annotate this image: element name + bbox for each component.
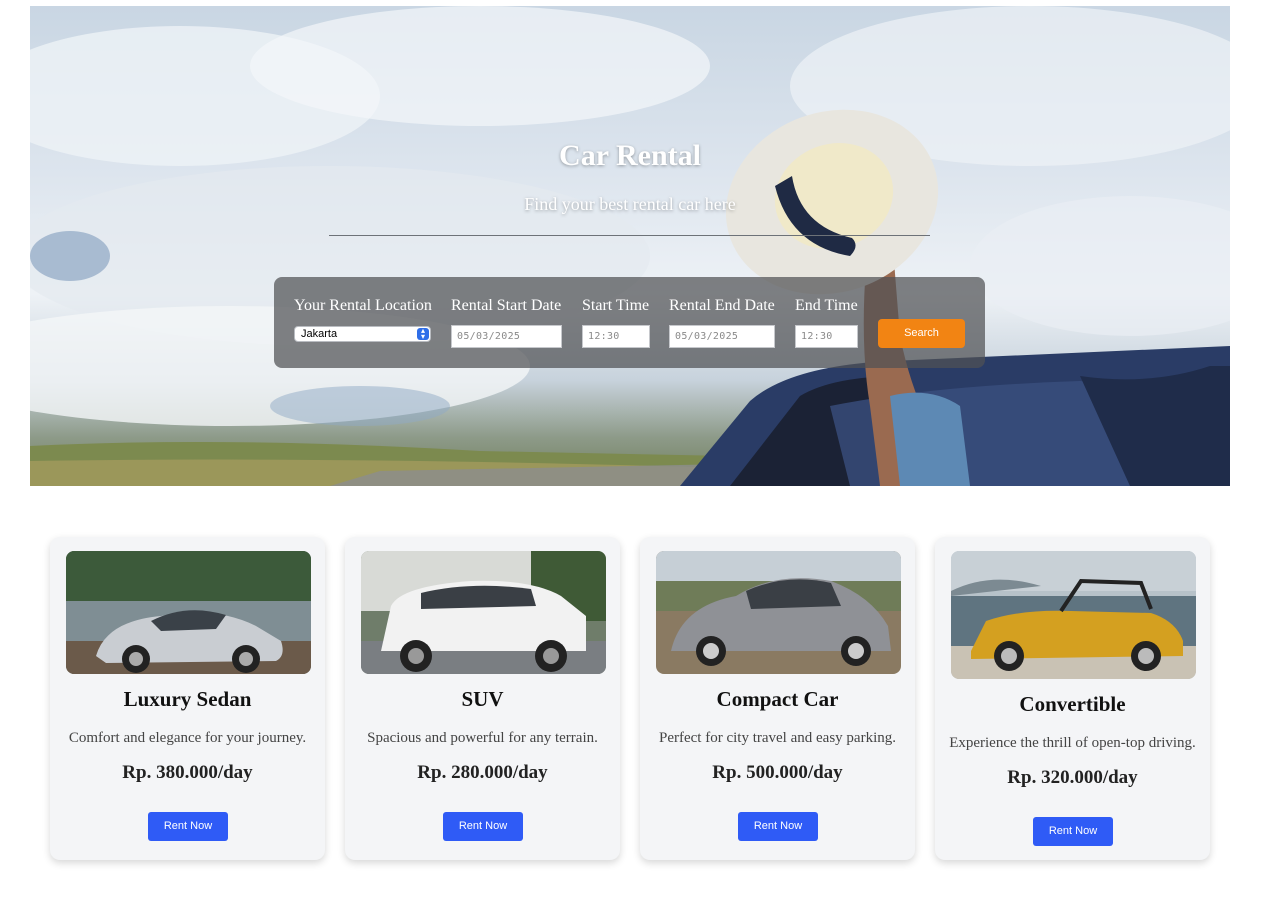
car-title: SUV xyxy=(461,687,504,711)
end-date-field: Rental End Date 05/03/2025 xyxy=(669,297,775,348)
start-time-label: Start Time xyxy=(582,297,650,314)
page-title: Car Rental xyxy=(559,139,701,172)
start-time-field: Start Time 12:30 xyxy=(582,297,650,348)
search-panel: Your Rental Location Jakarta ▴ ▾ Rental S… xyxy=(274,277,985,368)
end-time-input[interactable]: 12:30 xyxy=(795,325,858,348)
rent-now-button[interactable]: Rent Now xyxy=(738,812,818,841)
chevron-updown-icon: ▴ ▾ xyxy=(417,327,429,341)
rent-now-button[interactable]: Rent Now xyxy=(148,812,228,841)
car-description: Perfect for city travel and easy parking… xyxy=(659,730,896,746)
car-description: Spacious and powerful for any terrain. xyxy=(367,730,598,746)
location-select-value: Jakarta xyxy=(301,328,338,340)
car-image xyxy=(951,551,1196,679)
car-card-luxury-sedan: Luxury Sedan Comfort and elegance for yo… xyxy=(50,537,325,860)
location-label: Your Rental Location xyxy=(294,297,432,314)
divider xyxy=(329,235,930,236)
car-card-compact-car: Compact Car Perfect for city travel and … xyxy=(640,537,915,860)
car-card-convertible: Convertible Experience the thrill of ope… xyxy=(935,537,1210,860)
car-price: Rp. 280.000/day xyxy=(417,762,548,783)
car-price: Rp. 500.000/day xyxy=(712,762,843,783)
car-description: Experience the thrill of open-top drivin… xyxy=(949,735,1196,751)
start-date-input[interactable]: 05/03/2025 xyxy=(451,325,562,348)
start-date-label: Rental Start Date xyxy=(451,297,562,314)
end-date-input[interactable]: 05/03/2025 xyxy=(669,325,775,348)
page-subtitle: Find your best rental car here xyxy=(524,194,736,214)
car-price: Rp. 380.000/day xyxy=(122,762,253,783)
end-date-label: Rental End Date xyxy=(669,297,775,314)
car-title: Compact Car xyxy=(716,687,839,711)
start-date-field: Rental Start Date 05/03/2025 xyxy=(451,297,562,348)
start-time-input[interactable]: 12:30 xyxy=(582,325,650,348)
car-card-suv: SUV Spacious and powerful for any terrai… xyxy=(345,537,620,860)
end-time-field: End Time 12:30 xyxy=(795,297,858,348)
location-select[interactable]: Jakarta ▴ ▾ xyxy=(294,326,431,342)
hero-background-image xyxy=(30,6,1230,486)
car-image xyxy=(656,551,901,674)
location-field: Your Rental Location Jakarta ▴ ▾ xyxy=(294,297,432,342)
search-button[interactable]: Search xyxy=(878,319,965,348)
car-title: Luxury Sedan xyxy=(123,687,252,711)
rent-now-button[interactable]: Rent Now xyxy=(1033,817,1113,846)
rent-now-button[interactable]: Rent Now xyxy=(443,812,523,841)
hero-banner: Car Rental Find your best rental car her… xyxy=(30,6,1230,486)
car-title: Convertible xyxy=(1019,692,1126,716)
end-time-label: End Time xyxy=(795,297,858,314)
car-image xyxy=(361,551,606,674)
car-price: Rp. 320.000/day xyxy=(1007,767,1138,788)
car-image xyxy=(66,551,311,674)
car-description: Comfort and elegance for your journey. xyxy=(68,730,307,746)
